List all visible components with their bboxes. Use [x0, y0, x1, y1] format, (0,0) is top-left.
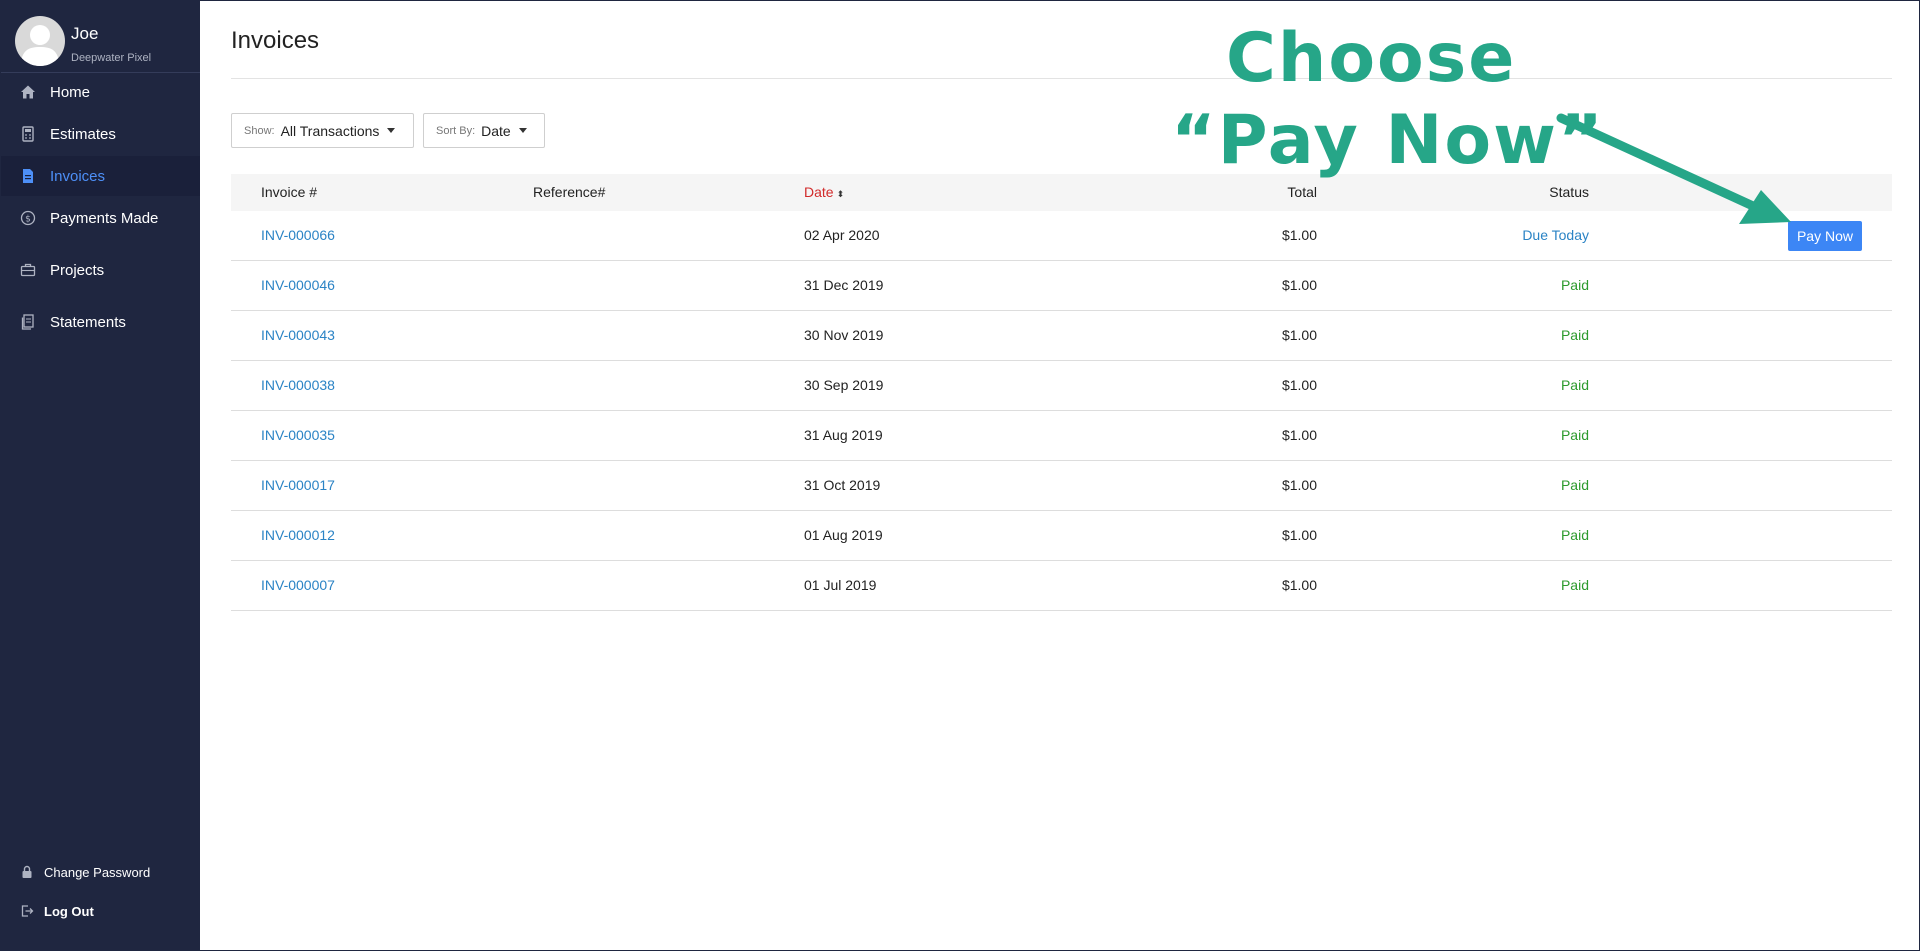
home-icon — [20, 84, 36, 100]
total-cell: $1.00 — [1281, 527, 1317, 543]
invoice-number-link[interactable]: INV-000046 — [261, 277, 335, 293]
date-cell: 31 Aug 2019 — [804, 427, 883, 443]
column-header-reference[interactable]: Reference# — [533, 184, 605, 200]
date-cell: 02 Apr 2020 — [804, 227, 880, 243]
lock-icon — [20, 865, 34, 879]
svg-text:$: $ — [25, 215, 31, 225]
table-row[interactable]: INV-000012 01 Aug 2019 $1.00 Paid — [231, 511, 1892, 561]
statement-icon — [20, 314, 36, 330]
dollar-circle-icon: $ — [20, 210, 36, 226]
sidebar-item-label: Home — [50, 83, 91, 101]
chevron-down-icon — [518, 128, 527, 133]
avatar[interactable] — [15, 16, 65, 66]
change-password-link[interactable]: Change Password — [1, 858, 200, 886]
invoice-number-link[interactable]: INV-000035 — [261, 427, 335, 443]
status-badge: Paid — [1560, 477, 1589, 493]
sidebar-item-label: Statements — [50, 313, 126, 331]
date-cell: 31 Dec 2019 — [804, 277, 884, 293]
sidebar-item-payments-made[interactable]: $ Payments Made — [1, 198, 200, 238]
status-badge: Paid — [1560, 277, 1589, 293]
chevron-down-icon — [387, 128, 396, 133]
total-cell: $1.00 — [1281, 427, 1317, 443]
status-badge: Paid — [1560, 577, 1589, 593]
profile-org: Deepwater Pixel — [71, 52, 152, 64]
column-header-total[interactable]: Total — [1287, 184, 1317, 200]
table-row[interactable]: INV-000046 31 Dec 2019 $1.00 Paid — [231, 261, 1892, 311]
sort-by-value: Date — [481, 122, 511, 139]
table-row[interactable]: INV-000066 02 Apr 2020 $1.00 Due Today P… — [231, 211, 1892, 261]
column-header-invoice[interactable]: Invoice # — [261, 184, 317, 200]
log-out-link[interactable]: Log Out — [1, 897, 200, 925]
total-cell: $1.00 — [1281, 227, 1317, 243]
total-cell: $1.00 — [1281, 577, 1317, 593]
show-filter-dropdown[interactable]: Show: All Transactions — [231, 113, 414, 148]
profile-name: Joe — [71, 24, 99, 43]
pay-now-button[interactable]: Pay Now — [1787, 221, 1862, 251]
sidebar-item-projects[interactable]: Projects — [1, 250, 200, 290]
sidebar-item-label: Payments Made — [50, 209, 159, 227]
show-filter-label: Show: — [244, 124, 275, 137]
status-badge: Paid — [1560, 377, 1589, 393]
invoice-number-link[interactable]: INV-000066 — [261, 227, 335, 243]
column-header-date[interactable]: Date ⬍ — [804, 184, 844, 200]
table-row[interactable]: INV-000017 31 Oct 2019 $1.00 Paid — [231, 461, 1892, 511]
table-row[interactable]: INV-000043 30 Nov 2019 $1.00 Paid — [231, 311, 1892, 361]
invoice-number-link[interactable]: INV-000017 — [261, 477, 335, 493]
date-cell: 30 Sep 2019 — [804, 377, 884, 393]
app-window: Joe Deepwater Pixel Home Estimates Invoi… — [0, 0, 1920, 951]
annotation-line-choose: Choose — [1226, 19, 1517, 98]
annotation-line-pay-now: “Pay Now” — [1171, 101, 1605, 180]
sidebar-item-invoices[interactable]: Invoices — [1, 156, 200, 196]
date-cell: 31 Oct 2019 — [804, 477, 881, 493]
document-icon — [20, 168, 36, 184]
sidebar-item-label: Estimates — [50, 125, 116, 143]
sidebar-item-label: Invoices — [50, 167, 106, 185]
date-cell: 30 Nov 2019 — [804, 327, 884, 343]
sort-by-label: Sort By: — [436, 124, 476, 137]
page-title: Invoices — [231, 27, 320, 54]
briefcase-icon — [20, 262, 36, 278]
table-header: Invoice # Reference# Date ⬍ Total Status — [231, 174, 1892, 211]
status-badge: Paid — [1560, 527, 1589, 543]
date-cell: 01 Jul 2019 — [804, 577, 877, 593]
table-row[interactable]: INV-000035 31 Aug 2019 $1.00 Paid — [231, 411, 1892, 461]
total-cell: $1.00 — [1281, 277, 1317, 293]
sort-icon: ⬍ — [836, 189, 845, 199]
table-row[interactable]: INV-000007 01 Jul 2019 $1.00 Paid — [231, 561, 1892, 611]
logout-icon — [20, 904, 34, 918]
calculator-icon — [20, 126, 36, 142]
status-badge: Paid — [1560, 327, 1589, 343]
sort-by-dropdown[interactable]: Sort By: Date — [423, 113, 545, 148]
invoice-number-link[interactable]: INV-000038 — [261, 377, 335, 393]
sidebar-item-home[interactable]: Home — [1, 72, 200, 112]
show-filter-value: All Transactions — [280, 122, 380, 139]
status-badge: Paid — [1560, 427, 1589, 443]
status-badge: Due Today — [1522, 227, 1589, 243]
log-out-label: Log Out — [44, 903, 94, 919]
total-cell: $1.00 — [1281, 327, 1317, 343]
sidebar: Joe Deepwater Pixel Home Estimates Invoi… — [1, 1, 200, 950]
avatar-placeholder-icon — [21, 25, 59, 66]
sidebar-item-statements[interactable]: Statements — [1, 302, 200, 342]
invoice-number-link[interactable]: INV-000012 — [261, 527, 335, 543]
column-header-date-label: Date — [804, 184, 834, 200]
change-password-label: Change Password — [44, 864, 151, 880]
date-cell: 01 Aug 2019 — [804, 527, 883, 543]
invoice-number-link[interactable]: INV-000043 — [261, 327, 335, 343]
sidebar-item-estimates[interactable]: Estimates — [1, 114, 200, 154]
total-cell: $1.00 — [1281, 377, 1317, 393]
invoice-number-link[interactable]: INV-000007 — [261, 577, 335, 593]
table-row[interactable]: INV-000038 30 Sep 2019 $1.00 Paid — [231, 361, 1892, 411]
column-header-status[interactable]: Status — [1549, 184, 1589, 200]
title-divider — [231, 78, 1892, 79]
total-cell: $1.00 — [1281, 477, 1317, 493]
sidebar-item-label: Projects — [50, 261, 105, 279]
profile-header: Joe Deepwater Pixel — [1, 1, 200, 73]
